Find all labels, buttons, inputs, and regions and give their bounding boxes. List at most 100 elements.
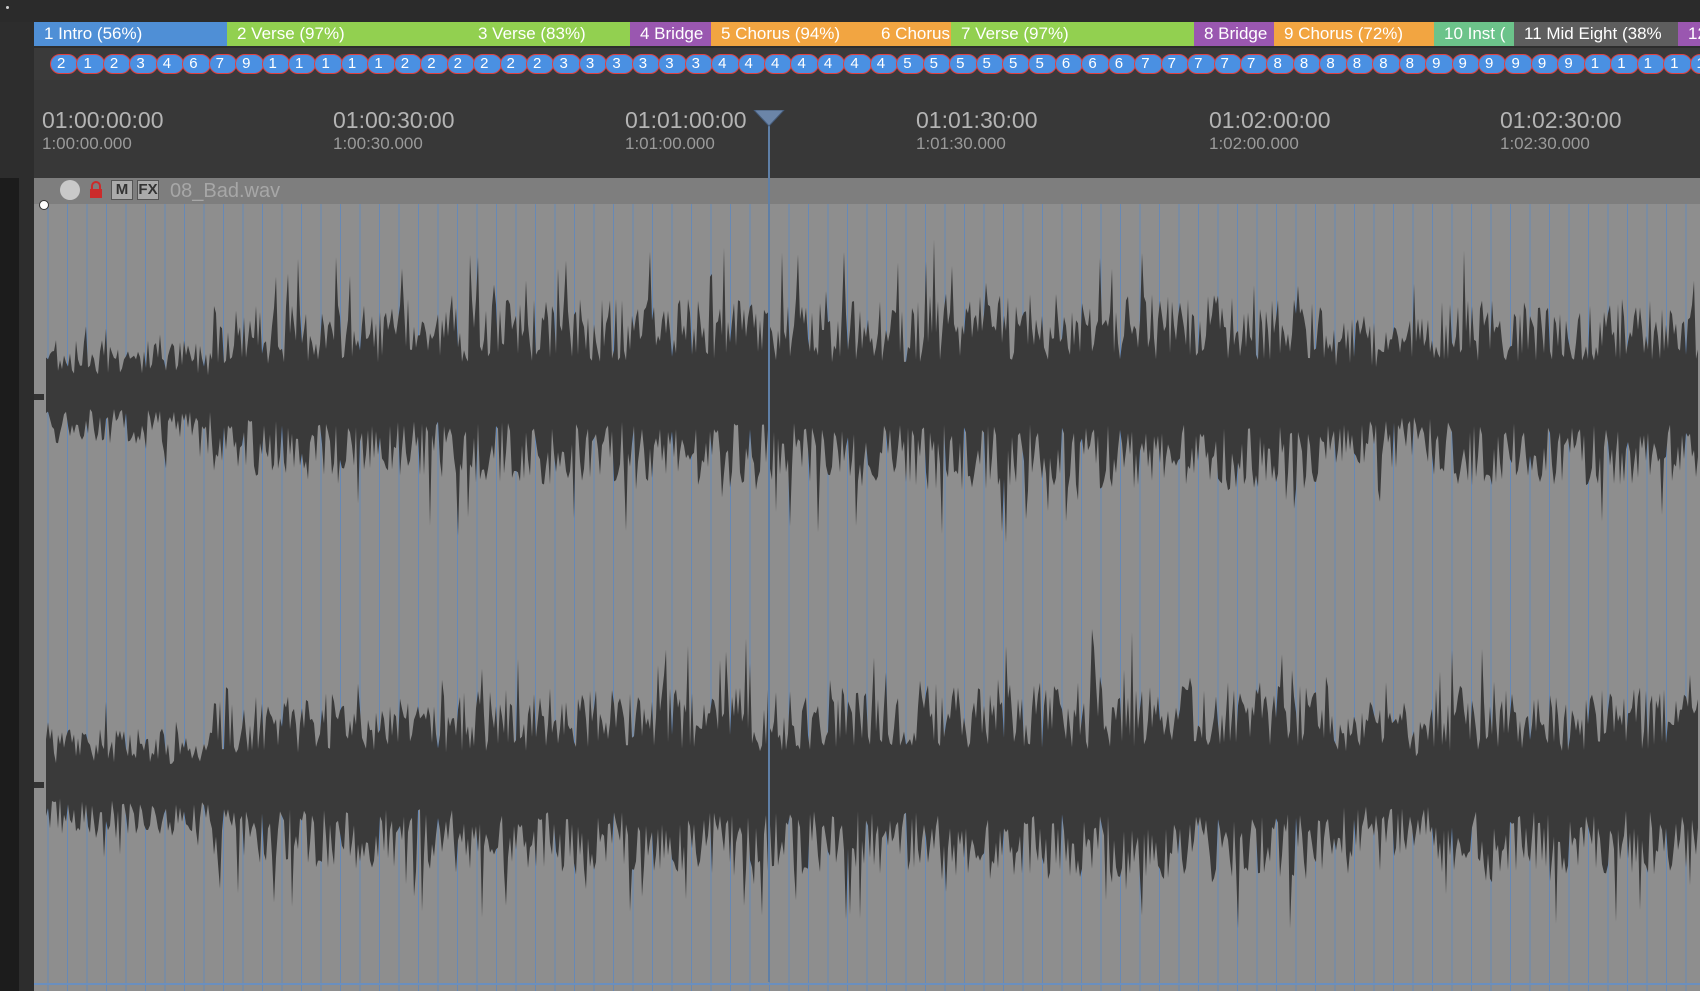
marker-41[interactable]: 6 [1107,54,1137,74]
region-3[interactable]: 3 Verse (83%) [468,22,630,46]
playhead-line[interactable] [768,112,770,982]
marker-42[interactable]: 7 [1134,54,1163,74]
marker-61[interactable]: 1 [1636,54,1666,74]
marker-54[interactable]: 9 [1451,54,1480,74]
marker-43[interactable]: 7 [1160,54,1190,74]
marker-24[interactable]: 3 [658,54,687,74]
marker-56[interactable]: 9 [1504,54,1533,74]
item-header[interactable]: M FX 08_Bad.wav [34,178,1700,210]
region-9[interactable]: 9 Chorus (72%) [1274,22,1434,46]
marker-40[interactable]: 6 [1081,54,1110,74]
region-8[interactable]: 8 Bridge [1194,22,1274,46]
lock-icon[interactable] [88,181,104,199]
region-12[interactable]: 12 [1678,22,1700,46]
marker-14[interactable]: 2 [393,54,423,74]
marker-9[interactable]: 1 [261,54,290,74]
item-name: 08_Bad.wav [170,180,281,202]
track-lane[interactable]: M FX 08_Bad.wav [34,178,1700,991]
timeline-ruler[interactable]: 01:00:00:00 1:00:00.000 01:00:30:00 1:00:30… [34,80,1700,178]
marker-17[interactable]: 2 [473,54,502,74]
region-5[interactable]: 5 Chorus (94%) [711,22,871,46]
marker-63[interactable]: 1 [1689,54,1700,74]
waveform [46,239,1698,929]
region-4[interactable]: 4 Bridge [630,22,711,46]
marker-52[interactable]: 8 [1398,54,1428,74]
marker-55[interactable]: 9 [1478,54,1507,74]
marker-8[interactable]: 9 [235,54,264,74]
marker-49[interactable]: 8 [1319,54,1348,74]
marker-60[interactable]: 1 [1610,54,1639,74]
waveform-channel [46,629,1698,929]
marker-53[interactable]: 9 [1425,54,1454,74]
ruler-tick: 01:02:00:00 1:02:00.000 [1209,106,1331,154]
channel-right-indicator [34,782,44,788]
marker-51[interactable]: 8 [1372,54,1401,74]
marker-44[interactable]: 7 [1187,54,1216,74]
marker-2[interactable]: 1 [76,54,105,74]
mute-button[interactable]: M [111,180,133,200]
region-6[interactable]: 6 Chorus [871,22,951,46]
marker-12[interactable]: 1 [340,54,370,74]
marker-28[interactable]: 4 [764,54,793,74]
marker-58[interactable]: 9 [1557,54,1586,74]
marker-62[interactable]: 1 [1663,54,1692,74]
marker-26[interactable]: 4 [711,54,740,74]
region-10[interactable]: 10 Inst ( [1434,22,1514,46]
marker-4[interactable]: 3 [129,54,158,74]
marker-25[interactable]: 3 [684,54,714,74]
marker-3[interactable]: 2 [102,54,132,74]
marker-37[interactable]: 5 [1002,54,1031,74]
marker-22[interactable]: 3 [605,54,634,74]
fade-handle[interactable] [39,200,49,210]
region-2[interactable]: 2 Verse (97%) [227,22,468,46]
ruler-tick: 01:01:00:00 1:01:00.000 [625,106,747,154]
tcp-gutter [0,178,19,991]
marker-15[interactable]: 2 [420,54,449,74]
region-11[interactable]: 11 Mid Eight (38% [1514,22,1678,46]
marker-lane: 2123467911111222222333333444444455555566… [34,48,1700,80]
region-7[interactable]: 7 Verse (97%) [951,22,1194,46]
marker-29[interactable]: 4 [790,54,819,74]
marker-34[interactable]: 5 [922,54,952,74]
marker-19[interactable]: 2 [526,54,555,74]
marker-57[interactable]: 9 [1530,54,1560,74]
marker-18[interactable]: 2 [499,54,528,74]
marker-36[interactable]: 5 [975,54,1004,74]
ruler-timecode: 01:02:00:00 [1209,107,1331,133]
playhead-handle-icon[interactable] [752,110,786,132]
marker-46[interactable]: 7 [1240,54,1269,74]
marker-7[interactable]: 7 [208,54,238,74]
ruler-timecode: 01:00:00:00 [42,107,164,133]
marker-35[interactable]: 5 [949,54,978,74]
marker-48[interactable]: 8 [1292,54,1322,74]
region-1[interactable]: 1 Intro (56%) [34,22,227,46]
marker-6[interactable]: 6 [182,54,211,74]
waveform-channel [46,239,1698,543]
marker-50[interactable]: 8 [1345,54,1375,74]
marker-23[interactable]: 3 [631,54,661,74]
marker-38[interactable]: 5 [1028,54,1057,74]
marker-32[interactable]: 4 [869,54,899,74]
marker-30[interactable]: 4 [816,54,846,74]
marker-31[interactable]: 4 [843,54,872,74]
marker-47[interactable]: 8 [1266,54,1295,74]
marker-39[interactable]: 6 [1054,54,1084,74]
window-dot [6,6,9,9]
marker-45[interactable]: 7 [1213,54,1242,74]
ruler-tick: 01:00:30:00 1:00:30.000 [333,106,455,154]
marker-1[interactable]: 2 [50,54,79,74]
marker-33[interactable]: 5 [896,54,925,74]
marker-16[interactable]: 2 [446,54,476,74]
fx-button[interactable]: FX [137,180,159,200]
marker-5[interactable]: 4 [155,54,185,74]
marker-59[interactable]: 1 [1583,54,1613,74]
pan-knob-icon[interactable] [60,180,80,200]
marker-11[interactable]: 1 [314,54,343,74]
ruler-time: 1:00:30.000 [333,134,423,153]
marker-27[interactable]: 4 [737,54,766,74]
ruler-time: 1:01:00.000 [625,134,715,153]
marker-10[interactable]: 1 [288,54,317,74]
marker-21[interactable]: 3 [578,54,608,74]
marker-13[interactable]: 1 [367,54,396,74]
marker-20[interactable]: 3 [552,54,581,74]
